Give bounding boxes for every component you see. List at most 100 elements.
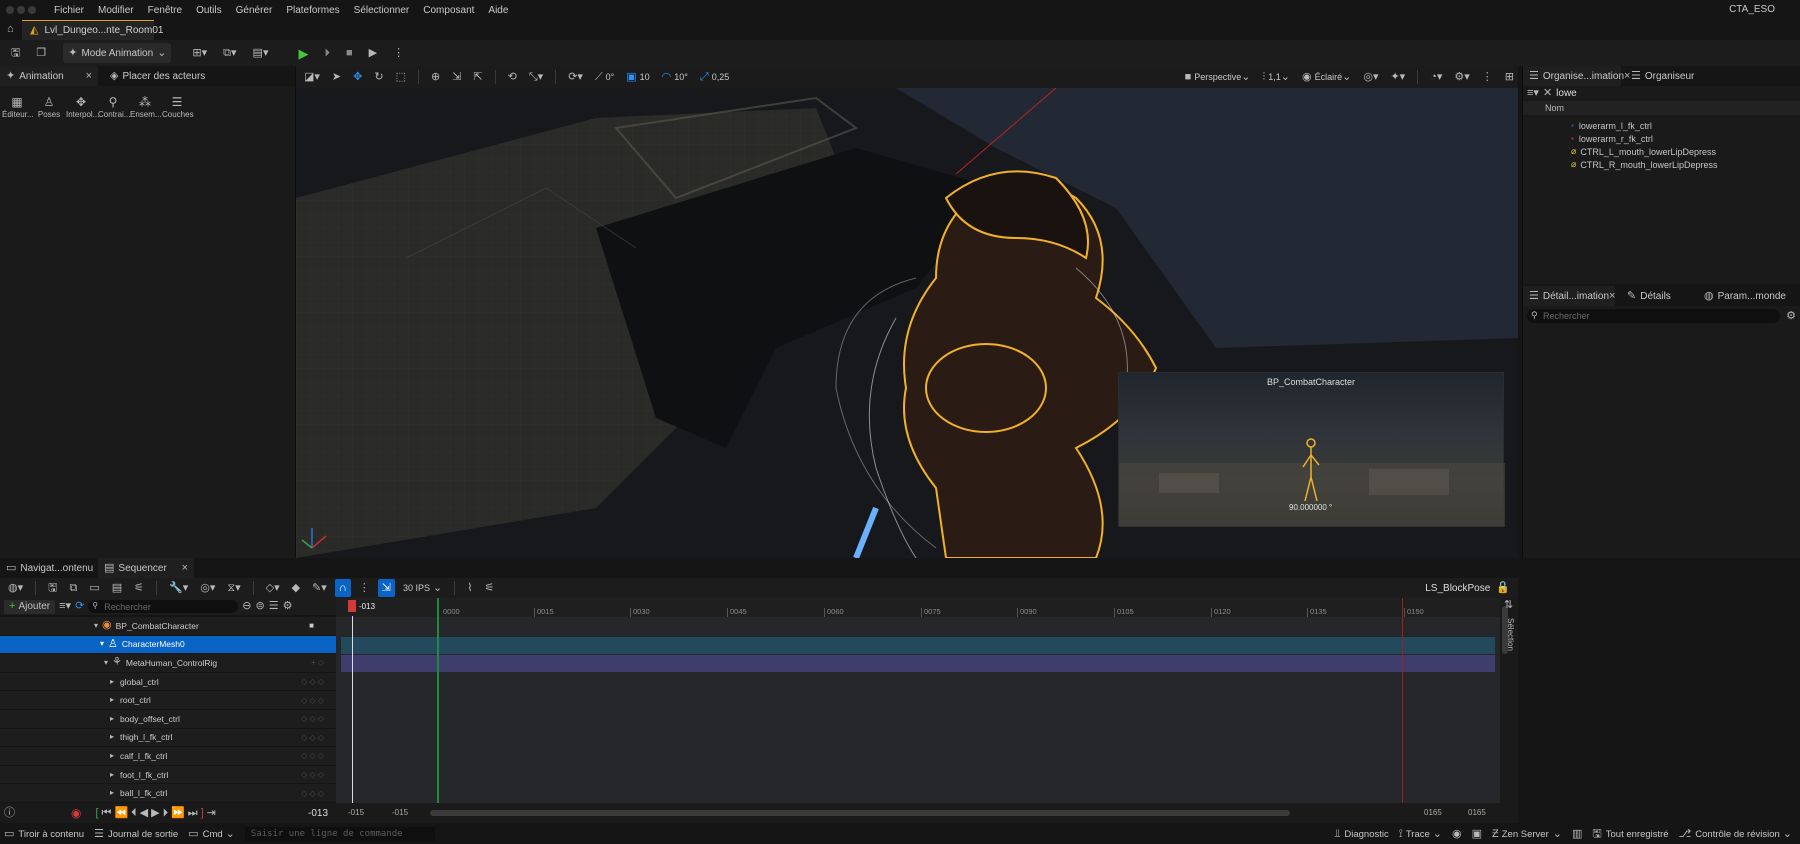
auto-key-button[interactable]: ◆ (288, 579, 304, 597)
curve-editor-button[interactable]: ⌇ (463, 579, 476, 597)
key-nav-icon[interactable]: ◇ ◇ ◇ (301, 733, 324, 742)
translate-button[interactable]: ✥ (349, 68, 366, 86)
key-nav-icon[interactable]: ◇ ◇ ◇ (301, 677, 324, 686)
rotation-snap-button[interactable]: ◠ 10° (658, 68, 692, 86)
info-icon[interactable]: ⓘ (4, 807, 15, 819)
tab-sequencer[interactable]: ▤ Sequencer × (98, 558, 194, 578)
blueprint-button[interactable]: ⧉▾ (218, 43, 241, 63)
outliner-row[interactable]: ▪ lowerarm_r_fk_ctrl (1523, 132, 1800, 145)
tool-editor[interactable]: ▦ Éditeur... (2, 96, 34, 119)
track-row[interactable]: ▸ calf_l_fk_ctrl ◇ ◇ ◇ (0, 747, 336, 766)
track-row[interactable]: ▸ foot_l_fk_ctrl ◇ ◇ ◇ (0, 766, 336, 785)
angle-value[interactable]: ⟋ 0° (591, 68, 618, 86)
seq-options-button[interactable]: ⚟ (130, 579, 148, 597)
menu-outils[interactable]: Outils (189, 5, 229, 16)
tab-outliner[interactable]: ☰ Organiseur (1625, 66, 1700, 86)
layout-button[interactable]: ⊞ (1501, 68, 1518, 86)
list-icon[interactable]: ☰ (269, 601, 279, 612)
add-track-button[interactable]: + Ajouter (4, 599, 56, 614)
tab-place-actors[interactable]: ◈ Placer des acteurs (104, 66, 211, 86)
save-all-button[interactable]: 🖫 Tout enregistré (1592, 828, 1668, 840)
dock-icon[interactable]: ⤓ (1502, 582, 1507, 593)
track-row[interactable]: ▾ ⚘ MetaHuman_ControlRig + ◇ (0, 654, 336, 673)
stop-button[interactable]: ■ (341, 43, 358, 63)
menu-fichier[interactable]: Fichier (47, 5, 91, 16)
stats-icon[interactable]: ▥ (1572, 828, 1582, 840)
record-icon[interactable]: ◉ (71, 807, 81, 819)
menu-composant[interactable]: Composant (416, 5, 481, 16)
time-scroll-thumb[interactable] (430, 810, 1290, 816)
add-actor-button[interactable]: ⊞▾ (187, 43, 212, 63)
edit-dropdown[interactable]: ✎▾ (308, 579, 331, 597)
cinematics-button[interactable]: ▤▾ (248, 43, 274, 63)
filter-icon[interactable]: ≡▾ (1527, 88, 1539, 99)
gear-icon[interactable]: ⚙ (1786, 310, 1796, 322)
tool-selection-sets[interactable]: ⁂ Ensem... (130, 96, 162, 119)
play-more-button[interactable]: ⋮ (388, 43, 409, 63)
view-dropdown[interactable]: ◎▾ (196, 579, 219, 597)
snap-actor-button[interactable]: ⇱ (469, 68, 486, 86)
outliner-row[interactable]: ▪ lowerarm_l_fk_ctrl (1523, 119, 1800, 132)
key-nav-icon[interactable]: ◇ ◇ ◇ (301, 770, 324, 779)
perspective-dropdown[interactable]: ■ Perspective ⌄ (1181, 68, 1255, 86)
play-reverse-icon[interactable]: ◀ (140, 807, 148, 819)
seq-save-as-button[interactable]: ⧉ (66, 579, 82, 597)
show-dropdown[interactable]: ◎▾ (1359, 68, 1382, 86)
key-nav-icon[interactable]: ◇ ◇ ◇ (301, 789, 324, 798)
world-button[interactable]: ◍▾ (4, 579, 27, 597)
mesh-track-bar[interactable] (341, 637, 1495, 654)
cmd-dropdown[interactable]: ▭ Cmd ⌄ (188, 828, 235, 840)
rotate-button[interactable]: ↻ (370, 68, 387, 86)
track-row[interactable]: ▸ thigh_l_fk_ctrl ◇ ◇ ◇ (0, 729, 336, 748)
menu-selectionner[interactable]: Sélectionner (347, 5, 417, 16)
playback-start-marker[interactable] (437, 598, 439, 803)
adjust-icon[interactable]: ⇅ (1504, 600, 1513, 611)
window-minimize-button[interactable] (17, 6, 25, 14)
revision-control-dropdown[interactable]: ⎇ Contrôle de révision ⌄ (1679, 828, 1792, 840)
viewport-more-button[interactable]: ⋮ (1478, 68, 1497, 86)
snap-toggle[interactable]: ∩ (334, 579, 351, 597)
jump-end-icon[interactable]: ⏭ (188, 807, 198, 819)
track-row[interactable]: ▸ root_ctrl ◇ ◇ ◇ (0, 691, 336, 710)
window-maximize-button[interactable] (28, 6, 36, 14)
playback-end-marker[interactable] (1402, 598, 1403, 803)
trace-dropdown[interactable]: ⟟ Trace ⌄ (1399, 828, 1442, 840)
set-end-icon[interactable]: ] (201, 807, 204, 819)
play-button[interactable]: ▶ (293, 43, 313, 63)
key-nav-icon[interactable]: ◇ ◇ ◇ (301, 714, 324, 723)
playhead[interactable]: -013 (346, 599, 377, 613)
game-view-button[interactable]: ✦▾ (1386, 68, 1409, 86)
level-viewport[interactable]: ◪▾ ➤ ✥ ↻ ⬚ ⊕ ⇲ ⇱ ⟲ ⤡▾ ⟳▾ ⟋ 0° ▣ 10 ◠ 10° ⤢ 0… (296, 66, 1518, 558)
record-status-icon[interactable]: ◉ (1452, 828, 1462, 840)
viewport-options-button[interactable]: ◪▾ (300, 68, 324, 86)
menu-aide[interactable]: Aide (481, 5, 515, 16)
step-forward-icon[interactable]: ⏵ (163, 807, 169, 819)
command-input[interactable]: Saisir une ligne de commande (244, 827, 435, 841)
pivot-button[interactable]: ⟲ (504, 68, 521, 86)
selection-side-tab[interactable]: Sélection (1506, 618, 1515, 651)
working-range-end[interactable]: 0165 (1424, 808, 1442, 817)
time-snap-toggle[interactable]: ⇲ (377, 579, 395, 597)
tab-animation[interactable]: ✦ Animation × (0, 66, 98, 86)
tab-world-settings[interactable]: ◍ Param...monde (1698, 286, 1792, 306)
track-search-input[interactable]: ⚲ Rechercher (88, 600, 239, 613)
world-local-button[interactable]: ⊕ (427, 68, 444, 86)
mode-dropdown[interactable]: ✦ Mode Animation ⌄ (63, 43, 172, 63)
track-row[interactable]: ▸ body_offset_ctrl ◇ ◇ ◇ (0, 710, 336, 729)
collapse-icon[interactable]: ⊖ (242, 601, 251, 612)
menu-plateformes[interactable]: Plateformes (279, 5, 346, 16)
outliner-row[interactable]: ⌀ CTRL_L_mouth_lowerLipDepress (1523, 145, 1800, 158)
seq-save-button[interactable]: 🖫 (44, 579, 61, 597)
gear-icon[interactable]: ⚙ (283, 601, 293, 612)
scale-snap-button[interactable]: ⤢ 0,25 (696, 68, 733, 86)
zen-server-dropdown[interactable]: Ƶ Zen Server ⌄ (1492, 828, 1562, 840)
close-icon[interactable]: × (86, 70, 92, 82)
home-icon[interactable]: ⌂ (7, 24, 14, 35)
snapshot-icon[interactable]: ▣ (1472, 828, 1482, 840)
next-key-icon[interactable]: ⏩ (171, 807, 185, 819)
expand-icon[interactable]: ⊜ (256, 601, 265, 612)
angle-snap-button[interactable]: ⟳▾ (564, 68, 587, 86)
key-dropdown[interactable]: ◇▾ (262, 579, 284, 597)
scale-button[interactable]: ⬚ (392, 68, 410, 86)
filter-button[interactable]: ⚟ (481, 579, 499, 597)
